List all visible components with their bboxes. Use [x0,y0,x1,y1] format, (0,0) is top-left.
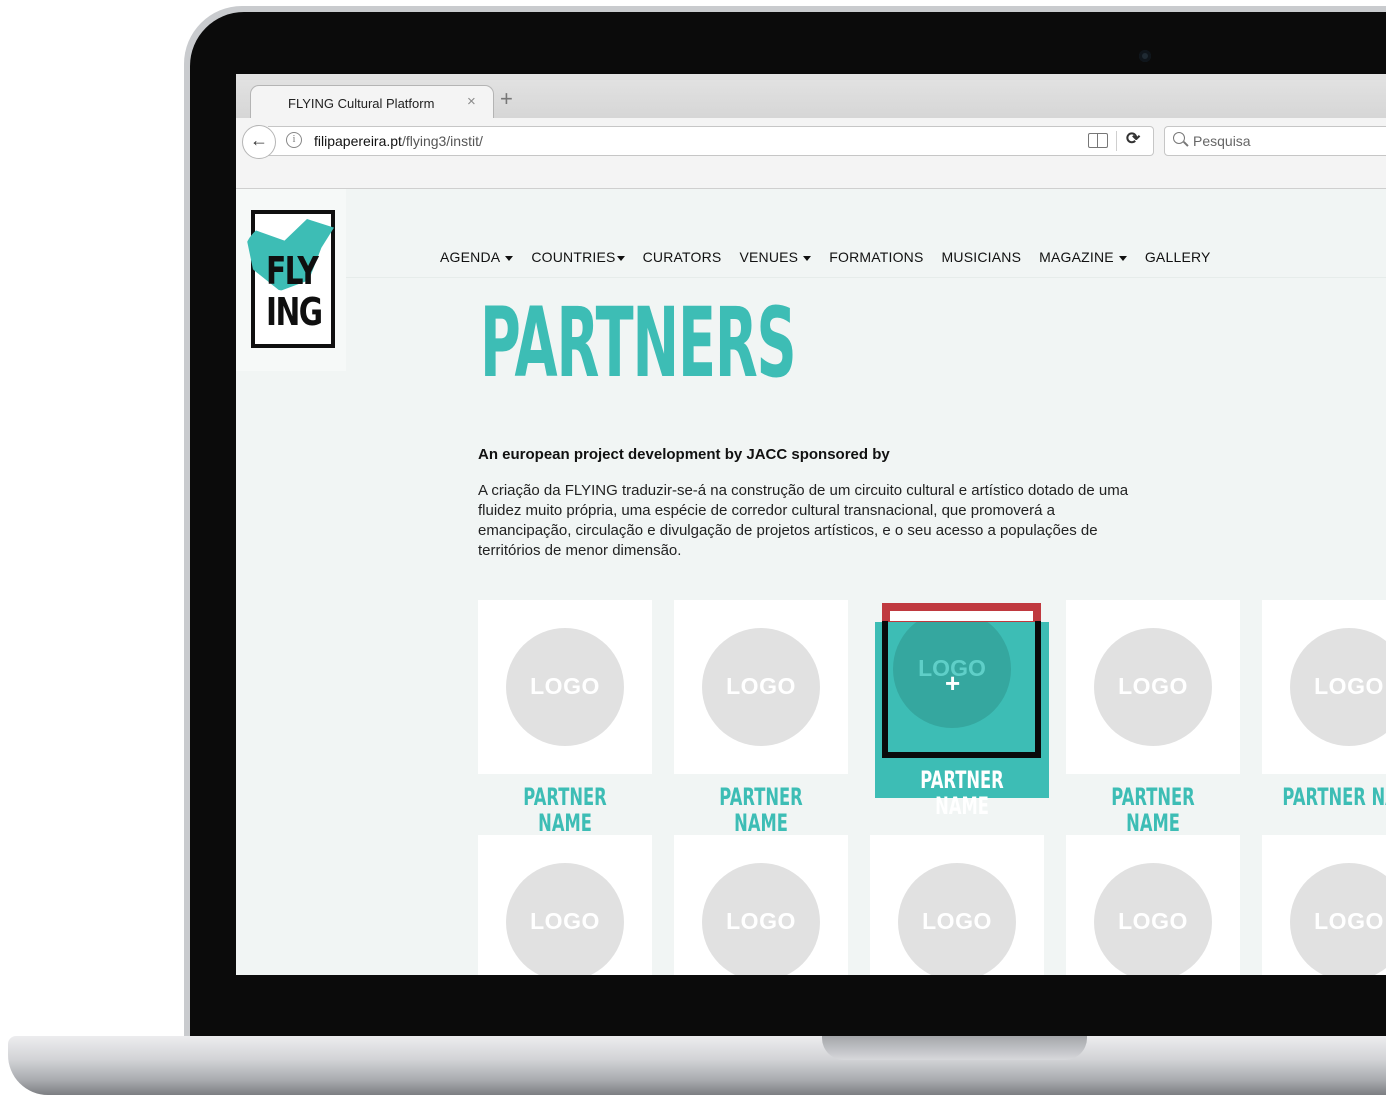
back-arrow-icon: ← [250,130,268,150]
search-input[interactable]: Pesquisa [1164,126,1386,156]
logo-placeholder: LOGO [702,863,820,975]
menu-item-countries[interactable]: COUNTRIES [531,249,625,265]
menu-item-magazine[interactable]: MAGAZINE [1039,249,1127,265]
partner-card[interactable]: LOGO [1262,600,1386,774]
info-icon[interactable]: i [286,132,302,148]
menu-label: COUNTRIES [531,249,616,265]
logo-placeholder: LOGO [506,628,624,746]
menu-item-gallery[interactable]: GALLERY [1145,249,1211,265]
intro-heading: An european project development by JACC … [478,446,890,463]
partner-card[interactable]: LOGO [870,835,1044,975]
logo-placeholder-text: LOGO [530,673,600,699]
logo-placeholder: LOGO [702,628,820,746]
hover-accent-inner [890,611,1033,621]
logo-placeholder: LOGO [1094,863,1212,975]
hover-frame [882,621,1041,758]
main-menu: AGENDA COUNTRIES CURATORS VENUES FORMATI… [440,249,1229,265]
partner-card[interactable]: LOGO [674,835,848,975]
reader-view-icon[interactable] [1088,133,1108,148]
laptop-notch [822,1036,1087,1060]
tab-title: FLYING Cultural Platform [288,96,435,111]
logo-placeholder-text: LOGO [1314,908,1384,934]
logo-placeholder: LOGO [1290,628,1386,746]
url-text: filipapereira.pt/flying3/instit/ [314,133,483,149]
url-bar[interactable]: i filipapereira.pt/flying3/instit/ ⟳ [268,126,1154,156]
menu-label: MAGAZINE [1039,249,1114,265]
camera-icon [1139,50,1151,62]
logo-placeholder-text: LOGO [726,908,796,934]
caret-down-icon [803,255,812,261]
menu-divider [346,277,1386,278]
partner-name[interactable]: PARTNER NAME [702,784,820,836]
caret-down-icon [505,255,514,261]
caret-down-icon [1118,255,1127,261]
partner-card[interactable]: LOGO [1066,835,1240,975]
menu-item-formations[interactable]: FORMATIONS [829,249,923,265]
back-button[interactable]: ← [242,125,276,159]
partner-card[interactable]: LOGO [478,835,652,975]
menu-item-musicians[interactable]: MUSICIANS [942,249,1022,265]
reload-icon[interactable]: ⟳ [1126,129,1140,149]
logo-placeholder-text: LOGO [530,908,600,934]
menu-label: VENUES [739,249,799,265]
menu-label: AGENDA [440,249,501,265]
intro-paragraph: A criação da FLYING traduzir-se-á na con… [478,482,1129,559]
tab-bar: FLYING Cultural Platform × + [236,74,1386,120]
close-tab-icon[interactable]: × [467,93,476,110]
navigation-bar: i filipapereira.pt/flying3/instit/ ⟳ ← P… [236,118,1386,189]
logo-placeholder: LOGO [1290,863,1386,975]
site-logo[interactable]: FLY ING [236,189,346,371]
partner-card-hovered[interactable]: LOGO + PARTNER NAME [875,603,1049,819]
new-tab-icon[interactable]: + [500,88,513,110]
url-path: /flying3/instit/ [401,133,483,149]
laptop-base [8,1036,1386,1095]
logo-placeholder: LOGO [506,863,624,975]
screen: FLYING Cultural Platform × + i filipaper… [236,74,1386,975]
search-icon [1173,132,1185,144]
logo-text-fly: FLY [266,249,319,293]
menu-label: GALLERY [1144,249,1211,265]
browser-tab[interactable]: FLYING Cultural Platform × [250,85,494,120]
menu-item-venues[interactable]: VENUES [739,249,812,265]
menu-label: CURATORS [642,249,722,265]
menu-item-curators[interactable]: CURATORS [643,249,722,265]
logo-placeholder-text: LOGO [1314,673,1384,699]
partner-name[interactable]: PARTNER NAME [1094,784,1212,836]
menu-label: FORMATIONS [829,249,924,265]
logo-placeholder-text: LOGO [726,673,796,699]
menu-label: MUSICIANS [941,249,1022,265]
search-placeholder: Pesquisa [1193,133,1251,149]
page-content: FLY ING AGENDA COUNTRIES CURATORS VENUES… [236,189,1386,975]
partner-card[interactable]: LOGO [674,600,848,774]
partner-card[interactable]: LOGO [478,600,652,774]
partner-name[interactable]: PARTNER NAME [506,784,624,836]
logo-placeholder-text: LOGO [922,908,992,934]
menu-item-agenda[interactable]: AGENDA [440,249,514,265]
logo-placeholder: LOGO [898,863,1016,975]
logo-placeholder-text: LOGO [1118,673,1188,699]
partner-card[interactable]: LOGO [1262,835,1386,975]
partner-name[interactable]: PARTNER NAI [1262,784,1386,810]
logo-placeholder-text: LOGO [1118,908,1188,934]
logo-placeholder: LOGO [1094,628,1212,746]
logo-text-ing: ING [266,290,323,334]
partner-name: PARTNER NAME [920,766,1004,820]
url-separator [1116,131,1117,151]
caret-down-icon [616,255,625,261]
partner-card[interactable]: LOGO [1066,600,1240,774]
url-host: filipapereira.pt [314,133,402,149]
page-title: PARTNERS [480,287,797,399]
